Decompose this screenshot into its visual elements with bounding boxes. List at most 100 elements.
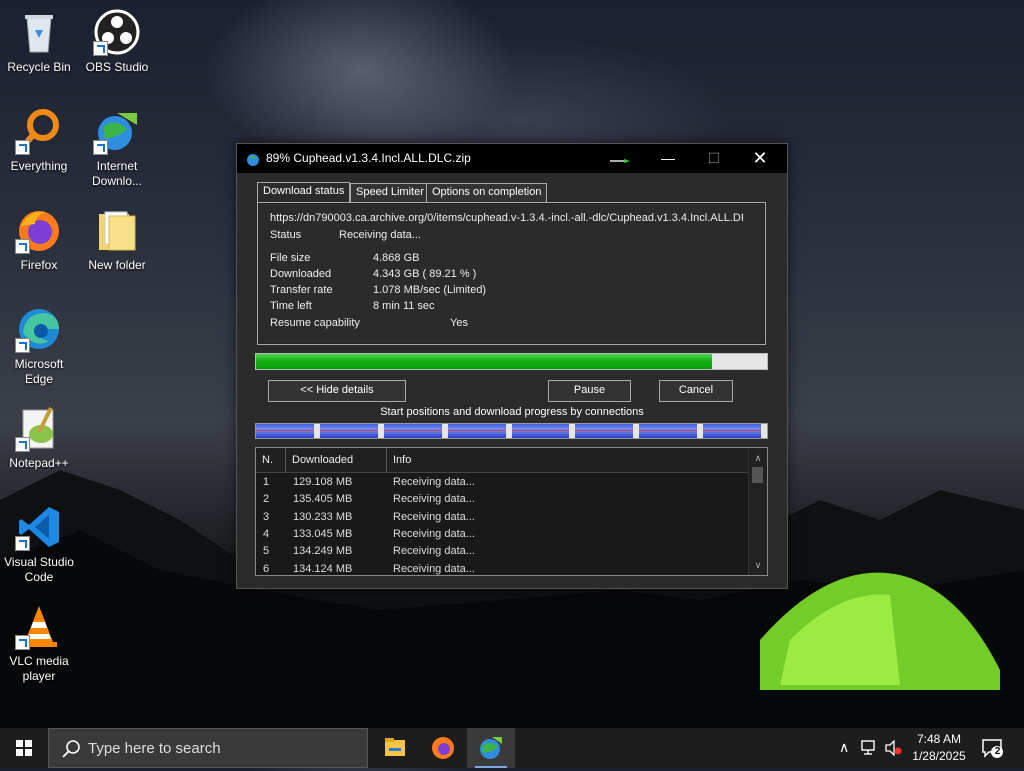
taskbar-file-explorer[interactable]	[371, 728, 419, 768]
connection-segment	[383, 424, 442, 438]
table-row[interactable]: 5 134.249 MB Receiving data...	[256, 543, 748, 560]
column-header-info[interactable]: Info	[387, 448, 739, 472]
desktop-icon-microsoft-edge[interactable]: Microsoft Edge	[0, 305, 78, 387]
file-size-value: 4.868 GB	[373, 252, 420, 264]
shortcut-arrow-icon	[93, 41, 108, 56]
scroll-thumb[interactable]	[752, 467, 763, 483]
globe-download-icon	[93, 107, 141, 155]
status-value: Receiving data...	[339, 229, 421, 241]
tab-options-on-completion[interactable]: Options on completion	[426, 183, 548, 203]
close-button[interactable]: ✕	[737, 144, 783, 173]
desktop-icon-label: OBS Studio	[85, 60, 149, 74]
desktop-icon-new-folder[interactable]: New folder	[78, 206, 156, 273]
desktop-icon-label: Microsoft Edge	[14, 357, 64, 386]
desktop-icon-everything[interactable]: Everything	[0, 107, 78, 174]
taskbar-firefox[interactable]	[419, 728, 467, 768]
column-header-downloaded[interactable]: Downloaded	[286, 448, 387, 472]
cell-info: Receiving data...	[393, 510, 475, 523]
obs-studio-icon	[93, 8, 141, 56]
time-left-label: Time left	[270, 300, 312, 312]
clock-date: 1/28/2025	[912, 749, 966, 763]
table-row[interactable]: 1 129.108 MB Receiving data...	[256, 474, 748, 491]
search-icon	[62, 740, 80, 758]
taskbar-clock[interactable]: 7:48 AM 1/28/2025	[906, 731, 972, 765]
scroll-down-arrow-icon[interactable]: ∨	[749, 557, 767, 573]
volume-muted-icon[interactable]	[884, 740, 902, 756]
tab-download-status[interactable]: Download status	[257, 182, 351, 203]
table-row[interactable]: 6 134.124 MB Receiving data...	[256, 561, 748, 576]
desktop-icon-label: Firefox	[20, 258, 58, 272]
windows-logo-icon	[16, 740, 32, 756]
file-explorer-icon	[385, 738, 405, 756]
tab-speed-limiter[interactable]: Speed Limiter	[350, 183, 430, 203]
window-titlebar[interactable]: 89% Cuphead.v1.3.4.Incl.ALL.DLC.zip — ☐ …	[237, 144, 787, 173]
cell-number: 1	[263, 476, 270, 488]
desktop-icon-obs-studio[interactable]: OBS Studio	[78, 8, 156, 75]
shortcut-arrow-icon	[15, 338, 30, 353]
connections-table[interactable]: N. Downloaded Info 1 129.108 MB Receiving …	[255, 447, 768, 576]
edge-icon	[15, 305, 63, 353]
shortcut-arrow-icon	[15, 536, 30, 551]
shortcut-arrow-icon	[15, 140, 30, 155]
table-row[interactable]: 2 135.405 MB Receiving data...	[256, 491, 748, 508]
cell-info: Receiving data...	[393, 545, 475, 558]
taskbar-internet-download-manager[interactable]	[467, 728, 515, 768]
desktop-icon-label: VLC media player	[9, 654, 69, 683]
maximize-button[interactable]: ☐	[691, 144, 737, 173]
download-arrow-icon	[610, 159, 630, 163]
notepad-plus-plus-icon	[15, 404, 63, 452]
recycle-bin-icon	[15, 8, 63, 56]
desktop-icon-vlc[interactable]: VLC media player	[0, 602, 78, 684]
progress-fill	[256, 354, 712, 369]
minimize-button[interactable]: —	[645, 144, 691, 173]
shortcut-arrow-icon	[15, 635, 30, 650]
folder-icon	[93, 206, 141, 254]
table-row[interactable]: 4 133.045 MB Receiving data...	[256, 526, 748, 543]
cell-info: Receiving data...	[393, 562, 475, 575]
scroll-up-arrow-icon[interactable]: ∧	[749, 450, 767, 466]
connection-remaining-marker	[761, 424, 767, 438]
cell-downloaded: 133.045 MB	[293, 527, 353, 540]
vscode-icon	[15, 503, 63, 551]
cell-number: 5	[263, 545, 270, 558]
shortcut-arrow-icon	[93, 140, 108, 155]
transfer-rate-label: Transfer rate	[270, 284, 333, 296]
downloaded-value: 4.343 GB ( 89.21 % )	[373, 268, 477, 280]
desktop-icon-firefox[interactable]: Firefox	[0, 206, 78, 273]
resume-capability-label: Resume capability	[270, 317, 360, 329]
table-header: N. Downloaded Info	[256, 448, 748, 473]
cell-info: Receiving data...	[393, 476, 475, 488]
table-row[interactable]: 3 130.233 MB Receiving data...	[256, 509, 748, 526]
time-left-value: 8 min 11 sec	[373, 300, 435, 312]
desktop-icon-notepad-plus-plus[interactable]: Notepad++	[0, 404, 78, 471]
cell-downloaded: 134.124 MB	[293, 562, 353, 575]
chevron-up-icon[interactable]: ∧	[839, 739, 849, 756]
cell-number: 4	[263, 527, 270, 540]
connection-segment	[511, 424, 570, 438]
connection-segment	[703, 424, 761, 438]
column-header-number[interactable]: N.	[256, 448, 286, 472]
cancel-button[interactable]: Cancel	[659, 380, 733, 402]
downloaded-label: Downloaded	[270, 268, 332, 280]
connection-segment	[639, 424, 698, 438]
desktop-icon-label: Everything	[10, 159, 68, 173]
desktop-icon-visual-studio-code[interactable]: Visual Studio Code	[0, 503, 78, 585]
desktop-icon-label: New folder	[88, 258, 146, 272]
hide-details-button[interactable]: << Hide details	[268, 380, 406, 402]
notification-center-button[interactable]: 2	[980, 736, 1004, 760]
desktop-icon-recycle-bin[interactable]: Recycle Bin	[0, 8, 78, 75]
taskbar: Type here to search ∧ 7:48 AM 1/28/2025 …	[0, 728, 1024, 768]
vlc-cone-icon	[15, 602, 63, 650]
download-url: https://dn790003.ca.archive.org/0/items/…	[270, 212, 744, 224]
everything-search-icon	[15, 107, 63, 155]
connections-caption: Start positions and download progress by…	[380, 406, 644, 418]
cell-number: 2	[263, 493, 270, 506]
table-scrollbar[interactable]: ∧ ∨	[748, 448, 767, 575]
desktop-icon-internet-download-manager[interactable]: Internet Downlo...	[78, 107, 156, 189]
pause-button[interactable]: Pause	[548, 380, 631, 402]
start-button[interactable]	[0, 728, 48, 768]
cell-downloaded: 130.233 MB	[293, 510, 353, 523]
download-status-panel: https://dn790003.ca.archive.org/0/items/…	[257, 202, 766, 345]
taskbar-search-box[interactable]: Type here to search	[48, 728, 368, 768]
network-icon[interactable]	[861, 740, 879, 756]
